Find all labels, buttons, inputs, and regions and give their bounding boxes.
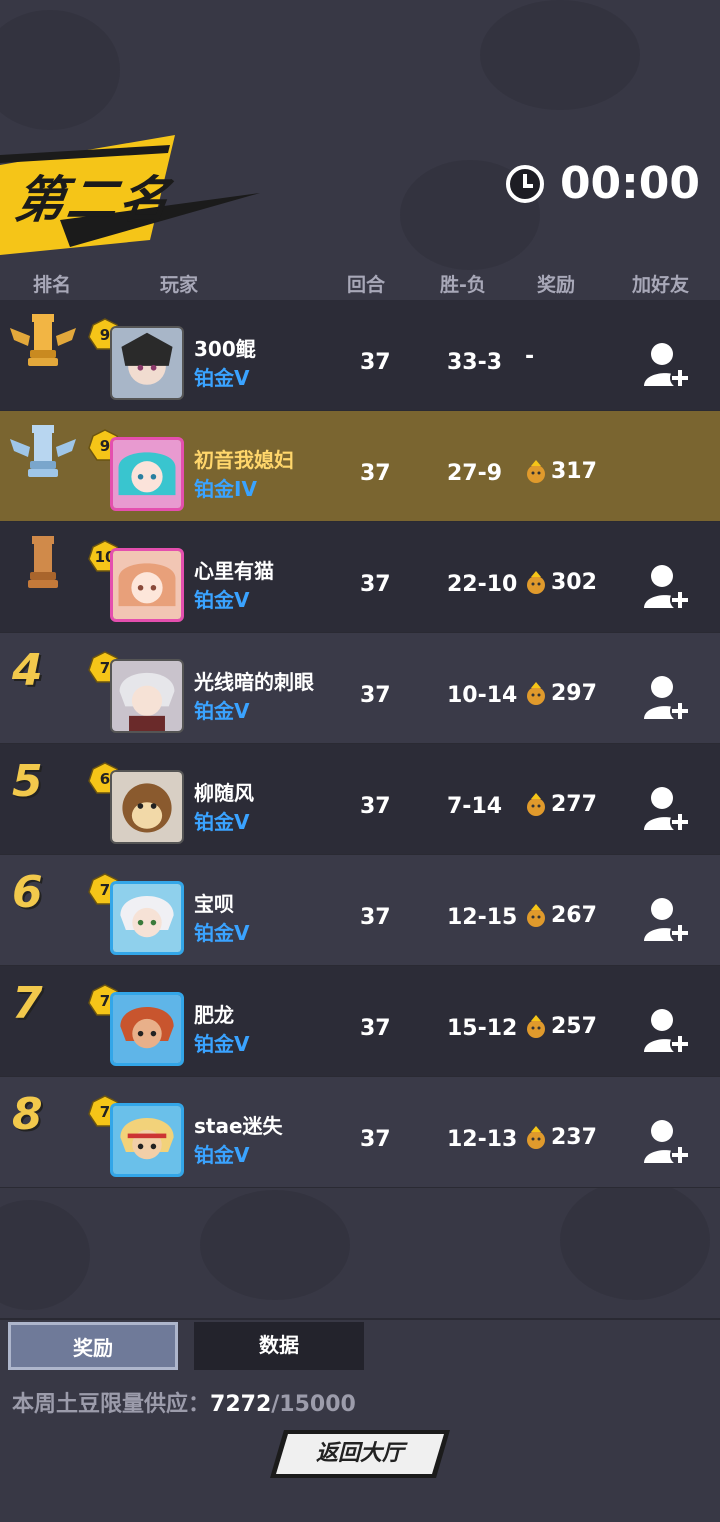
bottom-panel: 奖励 数据 本周土豆限量供应：7272/15000 返回大厅 [0, 1318, 720, 1522]
column-player: 玩家 [160, 274, 199, 296]
add-friend-icon[interactable] [642, 673, 690, 723]
player-tier: 铂金V [194, 366, 250, 390]
potato-icon [527, 681, 545, 705]
bronze-rook-icon [28, 536, 58, 588]
table-row: 7 7 肥龙 铂金V 37 15-12 257 [0, 966, 720, 1077]
add-friend-icon[interactable] [642, 340, 690, 390]
player-avatar[interactable] [110, 659, 184, 733]
player-win-loss: 12-13 [447, 1127, 518, 1152]
timer: 00:00 [505, 158, 700, 209]
table-row: 10 心里有猫 铂金V 37 22-10 302 [0, 522, 720, 633]
rank-number: 4 [12, 645, 43, 696]
player-tier: 铂金V [194, 588, 250, 612]
add-friend-icon[interactable] [642, 562, 690, 612]
player-avatar[interactable] [110, 437, 184, 511]
add-friend-icon[interactable] [642, 784, 690, 834]
potato-icon [527, 570, 545, 594]
player-win-loss: 27-9 [447, 461, 503, 486]
clock-icon [505, 164, 544, 203]
timer-value: 00:00 [559, 158, 700, 209]
player-tier: 铂金V [194, 1032, 250, 1056]
player-win-loss: 7-14 [447, 794, 503, 819]
gold-rook-icon [10, 314, 76, 366]
back-to-lobby-button[interactable]: 返回大厅 [270, 1430, 450, 1478]
table-row-self: 9 初音我媳妇 铂金IV 37 27-9 317 [0, 411, 720, 522]
player-rounds: 37 [360, 1127, 391, 1152]
silver-rook-icon [10, 425, 76, 477]
add-friend-icon[interactable] [642, 1117, 690, 1167]
potato-icon [527, 903, 545, 927]
player-tier: 铂金V [194, 699, 250, 723]
column-headers: 排名 玩家 回合 胜-负 奖励 加好友 [0, 270, 720, 298]
player-tier: 铂金V [194, 921, 250, 945]
player-win-loss: 10-14 [447, 683, 518, 708]
rank-number: 5 [12, 756, 43, 807]
player-reward: 277 [525, 792, 597, 817]
player-reward: 257 [525, 1014, 597, 1039]
supply-label: 本周土豆限量供应： [12, 1392, 211, 1417]
player-tier: 铂金V [194, 810, 250, 834]
player-reward: 302 [525, 570, 597, 595]
player-win-loss: 15-12 [447, 1016, 518, 1041]
player-win-loss: 33-3 [447, 350, 503, 375]
column-rank: 排名 [33, 274, 72, 296]
player-avatar[interactable] [110, 1103, 184, 1177]
column-rounds: 回合 [347, 274, 386, 296]
player-win-loss: 12-15 [447, 905, 518, 930]
player-reward: 297 [525, 681, 597, 706]
player-name: 初音我媳妇 [194, 448, 294, 472]
player-reward: - [525, 344, 535, 369]
rank-number: 6 [12, 867, 43, 918]
tab-rewards[interactable]: 奖励 [8, 1322, 178, 1370]
potato-icon [527, 459, 545, 483]
player-rounds: 37 [360, 683, 391, 708]
player-name: 宝呗 [194, 892, 234, 916]
table-row: 8 7 stae迷失 铂金V 37 12-13 237 [0, 1077, 720, 1188]
potato-icon [527, 792, 545, 816]
player-avatar[interactable] [110, 881, 184, 955]
player-rounds: 37 [360, 461, 391, 486]
page-title: 第二名 [11, 171, 176, 229]
player-tier: 铂金V [194, 1143, 250, 1167]
player-rounds: 37 [360, 350, 391, 375]
back-to-lobby-label: 返回大厅 [315, 1441, 404, 1466]
player-reward: 237 [525, 1125, 597, 1150]
supply-max: /15000 [271, 1392, 356, 1417]
player-avatar[interactable] [110, 770, 184, 844]
tab-data[interactable]: 数据 [194, 1322, 364, 1370]
player-name: 柳随风 [194, 781, 254, 805]
table-row: 5 6 柳随风 铂金V 37 7-14 277 [0, 744, 720, 855]
potato-icon [527, 1014, 545, 1038]
table-row: 9 300鲲 铂金V 37 33-3 - [0, 300, 720, 411]
add-friend-icon[interactable] [642, 1006, 690, 1056]
column-add-friend: 加好友 [632, 274, 690, 296]
player-rounds: 37 [360, 794, 391, 819]
player-name: 心里有猫 [194, 559, 274, 583]
potato-supply: 本周土豆限量供应：7272/15000 [12, 1386, 356, 1418]
player-avatar[interactable] [110, 548, 184, 622]
player-name: stae迷失 [194, 1114, 283, 1138]
leaderboard: 9 300鲲 铂金V 37 33-3 - 9 初音我媳妇 铂金IV 37 27-… [0, 300, 720, 1188]
potato-icon [527, 1125, 545, 1149]
player-rounds: 37 [360, 905, 391, 930]
rank-number: 7 [12, 978, 43, 1029]
player-name: 300鲲 [194, 337, 256, 361]
player-reward: 317 [525, 459, 597, 484]
add-friend-icon[interactable] [642, 895, 690, 945]
rank-number: 8 [12, 1089, 43, 1140]
column-reward: 奖励 [537, 274, 576, 296]
player-name: 肥龙 [194, 1003, 234, 1027]
player-win-loss: 22-10 [447, 572, 518, 597]
player-rounds: 37 [360, 572, 391, 597]
player-name: 光线暗的刺眼 [194, 670, 314, 694]
player-reward: 267 [525, 903, 597, 928]
table-row: 4 7 光线暗的刺眼 铂金V 37 10-14 297 [0, 633, 720, 744]
table-row: 6 7 宝呗 铂金V 37 12-15 267 [0, 855, 720, 966]
player-avatar[interactable] [110, 326, 184, 400]
player-rounds: 37 [360, 1016, 391, 1041]
player-avatar[interactable] [110, 992, 184, 1066]
supply-current: 7272 [210, 1392, 272, 1417]
column-win-loss: 胜-负 [440, 274, 486, 296]
player-tier: 铂金IV [194, 477, 257, 501]
